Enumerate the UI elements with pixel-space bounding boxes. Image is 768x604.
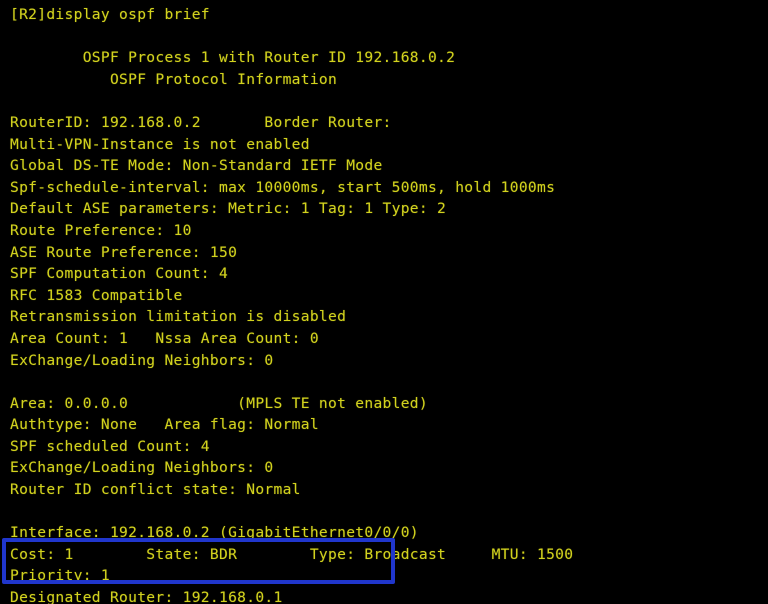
terminal-line-spf-computation-count: SPF Computation Count: 4 [10, 265, 229, 283]
terminal-line-route-preference: Route Preference: 10 [10, 221, 192, 239]
terminal-line-authtype: Authtype: None Area flag: Normal [10, 416, 319, 434]
terminal-line-interface: Interface: 192.168.0.2 (GigabitEthernet0… [10, 524, 419, 542]
terminal-line-area-count: Area Count: 1 Nssa Area Count: 0 [10, 329, 319, 347]
terminal-line-cost-state-type-mtu: Cost: 1 State: BDR Type: Broadcast MTU: … [10, 545, 574, 563]
terminal-line-exchange-loading-neighbors: ExChange/Loading Neighbors: 0 [10, 351, 274, 369]
terminal-line-area: Area: 0.0.0.0 (MPLS TE not enabled) [10, 394, 428, 412]
terminal-screen: [R2]display ospf brief OSPF Process 1 wi… [0, 0, 768, 604]
terminal-line-router-id: RouterID: 192.168.0.2 Border Router: [10, 113, 392, 131]
terminal-line-spf-scheduled-count: SPF scheduled Count: 4 [10, 437, 210, 455]
terminal-line-spf-schedule-interval: Spf-schedule-interval: max 10000ms, star… [10, 178, 556, 196]
terminal-line-priority: Priority: 1 [10, 567, 110, 585]
terminal-line-ospf-process: OSPF Process 1 with Router ID 192.168.0.… [10, 49, 456, 67]
terminal-line-area-exchange-loading-neighbors: ExChange/Loading Neighbors: 0 [10, 459, 274, 477]
terminal-line-global-ds-te-mode: Global DS-TE Mode: Non-Standard IETF Mod… [10, 157, 383, 175]
terminal-line-router-id-conflict-state: Router ID conflict state: Normal [10, 481, 301, 499]
terminal-line-default-ase-parameters: Default ASE parameters: Metric: 1 Tag: 1… [10, 200, 447, 218]
terminal-line-retransmission-limitation: Retransmission limitation is disabled [10, 308, 347, 326]
terminal-line-multi-vpn-instance: Multi-VPN-Instance is not enabled [10, 135, 310, 153]
terminal-line-ospf-title: OSPF Protocol Information [10, 70, 338, 88]
terminal-line-designated-router: Designated Router: 192.168.0.1 [10, 589, 283, 604]
terminal-output[interactable]: [R2]display ospf brief OSPF Process 1 wi… [0, 0, 768, 604]
terminal-line-rfc-1583-compatible: RFC 1583 Compatible [10, 286, 183, 304]
terminal-line-ase-route-preference: ASE Route Preference: 150 [10, 243, 238, 261]
terminal-line-command: [R2]display ospf brief [10, 6, 210, 23]
